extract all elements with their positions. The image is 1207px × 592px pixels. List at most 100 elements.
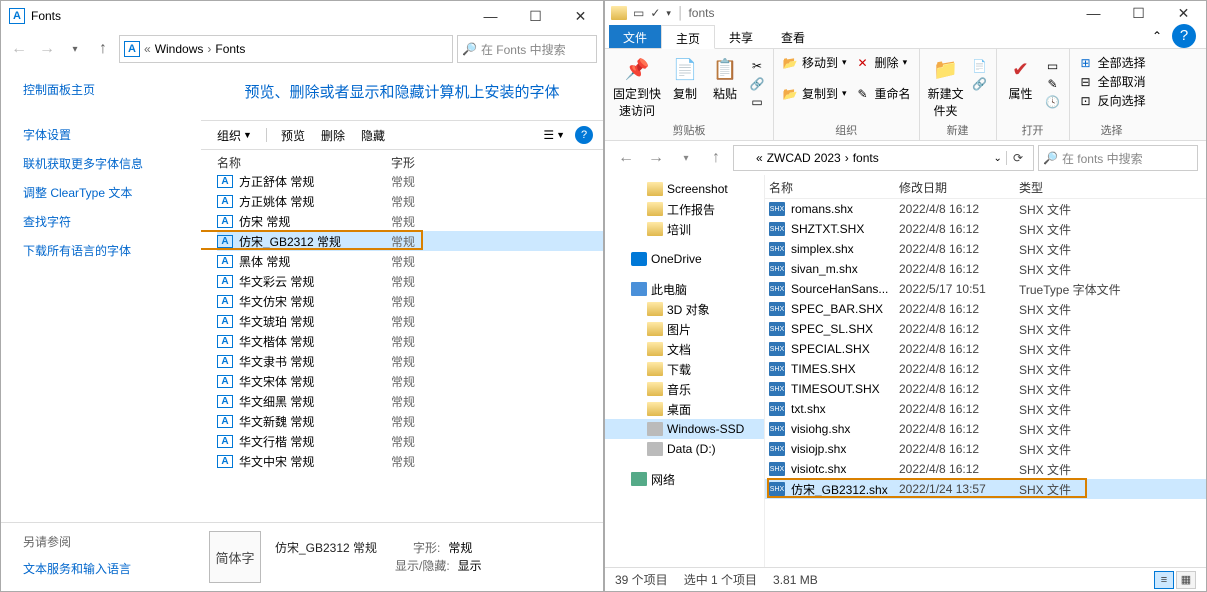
tree-item[interactable]: 桌面 [605, 399, 764, 419]
tree-item[interactable]: Screenshot [605, 179, 764, 199]
font-row[interactable]: A 华文仿宋 常规 常规 [217, 291, 603, 311]
cut-button[interactable]: ✂ [749, 57, 765, 75]
tab-share[interactable]: 共享 [715, 25, 767, 48]
copy-button[interactable]: 📄复制 [669, 53, 701, 102]
file-row[interactable]: SHX simplex.shx 2022/4/8 16:12 SHX 文件 [765, 239, 1206, 259]
breadcrumb-seg[interactable]: ZWCAD 2023 [767, 151, 841, 165]
forward-button[interactable]: → [35, 37, 59, 61]
ribbon-collapse-button[interactable]: ⌃ [1142, 25, 1172, 48]
breadcrumb-seg[interactable]: Fonts [215, 42, 245, 56]
tree-item[interactable]: 3D 对象 [605, 299, 764, 319]
tree-item[interactable]: 文档 [605, 339, 764, 359]
minimize-button[interactable]: — [468, 2, 513, 30]
sidebar-link[interactable]: 调整 ClearType 文本 [23, 184, 191, 201]
col-name[interactable]: 名称 [217, 154, 391, 171]
sidebar-header[interactable]: 控制面板主页 [23, 81, 191, 98]
file-row[interactable]: SHX SPECIAL.SHX 2022/4/8 16:12 SHX 文件 [765, 339, 1206, 359]
font-row[interactable]: A 华文细黑 常规 常规 [217, 391, 603, 411]
edit-button[interactable]: ✎ [1045, 75, 1061, 93]
rename-button[interactable]: ✎重命名 [855, 84, 911, 103]
breadcrumb-seg[interactable]: Windows [155, 42, 204, 56]
col-name[interactable]: 名称 [769, 179, 899, 196]
icons-view-button[interactable]: ▦ [1176, 571, 1196, 589]
tree-item[interactable]: 下载 [605, 359, 764, 379]
file-row[interactable]: SHX SPEC_BAR.SHX 2022/4/8 16:12 SHX 文件 [765, 299, 1206, 319]
file-row[interactable]: SHX sivan_m.shx 2022/4/8 16:12 SHX 文件 [765, 259, 1206, 279]
font-row[interactable]: A 华文隶书 常规 常规 [217, 351, 603, 371]
font-row[interactable]: A 华文新魏 常规 常规 [217, 411, 603, 431]
file-row[interactable]: SHX visiotc.shx 2022/4/8 16:12 SHX 文件 [765, 459, 1206, 479]
font-row[interactable]: A 华文中宋 常规 常规 [217, 451, 603, 471]
maximize-button[interactable]: ☐ [1116, 0, 1161, 27]
new-folder-button[interactable]: 📁新建文件夹 [928, 53, 964, 119]
search-input[interactable]: 🔍 在 fonts 中搜索 [1038, 145, 1198, 171]
easy-access-button[interactable]: 🔗 [972, 75, 988, 93]
preview-button[interactable]: 预览 [275, 125, 311, 146]
tab-view[interactable]: 查看 [767, 25, 819, 48]
file-row[interactable]: SHX txt.shx 2022/4/8 16:12 SHX 文件 [765, 399, 1206, 419]
back-button[interactable]: ← [7, 37, 31, 61]
file-row[interactable]: SHX romans.shx 2022/4/8 16:12 SHX 文件 [765, 199, 1206, 219]
file-row[interactable]: SHX TIMESOUT.SHX 2022/4/8 16:12 SHX 文件 [765, 379, 1206, 399]
file-row[interactable]: SHX SPEC_SL.SHX 2022/4/8 16:12 SHX 文件 [765, 319, 1206, 339]
tree-item[interactable]: 工作报告 [605, 199, 764, 219]
tree-item[interactable]: 网络 [605, 469, 764, 489]
tree-item[interactable]: 此电脑 [605, 279, 764, 299]
select-none-button[interactable]: ⊟全部取消 [1078, 72, 1146, 91]
address-dropdown[interactable]: ⌄ [994, 153, 1002, 164]
forward-button[interactable]: → [643, 146, 669, 170]
file-row[interactable]: SHX visiojp.shx 2022/4/8 16:12 SHX 文件 [765, 439, 1206, 459]
copyto-button[interactable]: 📂复制到 ▾ [782, 84, 847, 103]
font-row[interactable]: A 华文行楷 常规 常规 [217, 431, 603, 451]
up-button[interactable]: ↑ [91, 37, 115, 61]
sidebar-link[interactable]: 字体设置 [23, 126, 191, 143]
search-input[interactable]: 🔍 在 Fonts 中搜索 [457, 35, 597, 63]
address-bar[interactable]: « ZWCAD 2023 › fonts ⌄ ⟳ [733, 145, 1034, 171]
properties-button[interactable]: ✔属性 [1005, 53, 1037, 102]
breadcrumb-seg[interactable]: fonts [853, 151, 879, 165]
qat-button[interactable]: ✓ [648, 6, 662, 20]
paste-shortcut-button[interactable]: ▭ [749, 93, 765, 111]
up-button[interactable]: ↑ [703, 146, 729, 170]
tree-item[interactable]: OneDrive [605, 249, 764, 269]
hide-button[interactable]: 隐藏 [355, 125, 391, 146]
copypath-button[interactable]: 🔗 [749, 75, 765, 93]
see-also-link[interactable]: 文本服务和输入语言 [23, 560, 179, 577]
moveto-button[interactable]: 📂移动到 ▾ [782, 53, 847, 72]
tree-item[interactable]: 图片 [605, 319, 764, 339]
open-button[interactable]: ▭ [1045, 57, 1061, 75]
sidebar-link[interactable]: 查找字符 [23, 213, 191, 230]
tree-item[interactable]: Windows-SSD [605, 419, 764, 439]
file-row[interactable]: SHX TIMES.SHX 2022/4/8 16:12 SHX 文件 [765, 359, 1206, 379]
tab-home[interactable]: 主页 [661, 25, 715, 49]
recent-dropdown[interactable]: ▾ [63, 37, 87, 61]
file-row[interactable]: SHX SourceHanSans... 2022/5/17 10:51 Tru… [765, 279, 1206, 299]
font-row[interactable]: A 华文彩云 常规 常规 [217, 271, 603, 291]
delete-button[interactable]: ✕删除 ▾ [855, 53, 911, 72]
sidebar-link[interactable]: 联机获取更多字体信息 [23, 155, 191, 172]
font-row[interactable]: A 仿宋_GB2312 常规 常规 [217, 231, 603, 251]
select-all-button[interactable]: ⊞全部选择 [1078, 53, 1146, 72]
file-row[interactable]: SHX 仿宋_GB2312.shx 2022/1/24 13:57 SHX 文件 [765, 479, 1206, 499]
qat-dropdown[interactable]: ▾ [664, 8, 673, 19]
font-row[interactable]: A 仿宋 常规 常规 [217, 211, 603, 231]
maximize-button[interactable]: ☐ [513, 2, 558, 30]
close-button[interactable]: ✕ [558, 2, 603, 30]
tree-item[interactable]: 培训 [605, 219, 764, 239]
history-button[interactable]: 🕓 [1045, 93, 1061, 111]
col-type[interactable]: 类型 [1019, 179, 1139, 196]
recent-dropdown[interactable]: ▾ [673, 146, 699, 170]
col-date[interactable]: 修改日期 [899, 179, 1019, 196]
tab-file[interactable]: 文件 [609, 25, 661, 48]
qat-button[interactable]: ▭ [631, 6, 646, 20]
organize-button[interactable]: 组织 ▼ [211, 125, 258, 146]
help-button[interactable]: ? [575, 126, 593, 144]
sidebar-link[interactable]: 下载所有语言的字体 [23, 242, 191, 259]
back-button[interactable]: ← [613, 146, 639, 170]
font-row[interactable]: A 方正舒体 常规 常规 [217, 171, 603, 191]
tree-item[interactable]: 音乐 [605, 379, 764, 399]
font-row[interactable]: A 华文宋体 常规 常规 [217, 371, 603, 391]
help-button[interactable]: ? [1172, 24, 1196, 48]
refresh-button[interactable]: ⟳ [1006, 151, 1029, 165]
address-bar[interactable]: A « Windows › Fonts [119, 35, 453, 63]
